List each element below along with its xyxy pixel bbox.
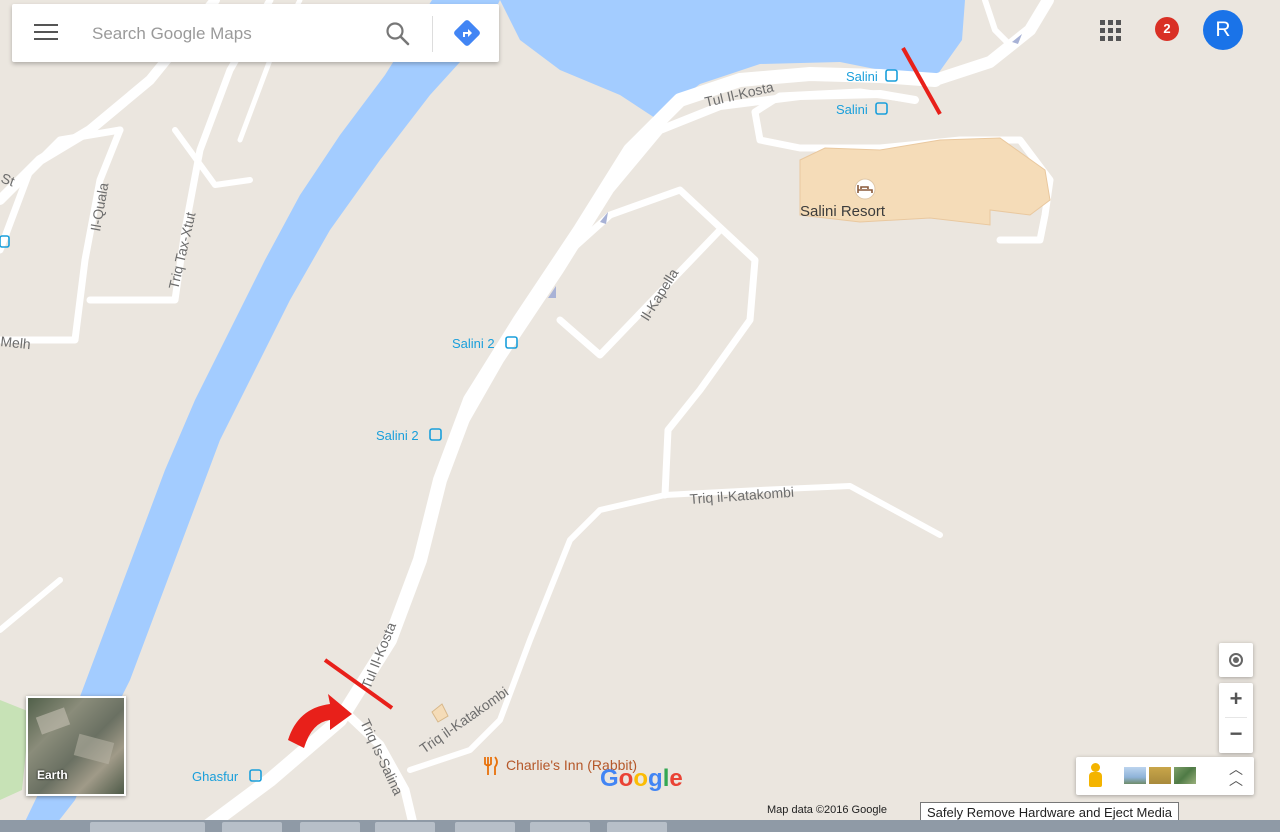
google-logo-letter: o [633, 765, 648, 792]
zoom-out-button[interactable]: − [1219, 718, 1253, 752]
taskbar-item[interactable] [607, 822, 667, 832]
street-label-melh: Melh [0, 333, 32, 352]
directions-icon[interactable] [452, 18, 482, 48]
bus-stop-label: Salini [846, 69, 878, 84]
map-canvas[interactable]: Tul Il-Kosta Tul Il-Kosta Il-Quala Triq … [0, 0, 1280, 832]
google-logo-letter: G [600, 765, 619, 792]
earth-label: Earth [37, 768, 68, 782]
windows-taskbar [0, 820, 1280, 832]
taskbar-item[interactable] [222, 822, 282, 832]
search-divider [432, 16, 433, 52]
earth-view-toggle[interactable]: Earth [26, 696, 126, 796]
place-label-salini-resort[interactable]: Salini Resort [800, 203, 886, 220]
bus-stop-label: Ghasfur [192, 769, 239, 784]
bus-stop-label: Salini 2 [452, 336, 495, 351]
layer-thumbnail-photo[interactable] [1149, 767, 1171, 784]
taskbar-item[interactable] [455, 822, 515, 832]
taskbar-item[interactable] [90, 822, 150, 832]
apps-grid-icon[interactable] [1100, 20, 1122, 42]
satellite-thumbnail-detail [73, 733, 115, 765]
google-logo: Google [600, 765, 683, 792]
zoom-in-button[interactable]: + [1219, 683, 1253, 717]
bus-stop-label: Salini [836, 102, 868, 117]
hotel-icon[interactable] [854, 178, 876, 200]
layers-bar: ︿ ︿ [1076, 757, 1254, 795]
taskbar-item[interactable] [145, 822, 205, 832]
google-logo-letter: g [648, 765, 663, 792]
notifications-badge[interactable]: 2 [1155, 17, 1179, 41]
taskbar-item[interactable] [300, 822, 360, 832]
zoom-control: + − [1219, 683, 1253, 753]
layer-thumbnail-photo[interactable] [1174, 767, 1196, 784]
pegman-icon[interactable] [1088, 763, 1102, 789]
google-logo-letter: l [663, 765, 670, 792]
expand-chevron-icon[interactable]: ︿ ︿ [1228, 762, 1244, 787]
taskbar-item[interactable] [375, 822, 435, 832]
account-avatar[interactable]: R [1203, 10, 1243, 50]
search-input[interactable] [90, 20, 374, 48]
satellite-thumbnail-detail [35, 707, 71, 735]
my-location-button[interactable] [1219, 643, 1253, 677]
map-data-attribution[interactable]: Map data ©2016 Google [767, 804, 887, 816]
menu-icon[interactable] [34, 24, 58, 42]
search-icon[interactable] [384, 20, 412, 48]
layer-thumbnail-photo[interactable] [1124, 767, 1146, 784]
taskbar-item[interactable] [530, 822, 590, 832]
bus-stop-label: Salini 2 [376, 428, 419, 443]
google-logo-letter: e [669, 765, 682, 792]
search-box [12, 4, 499, 62]
google-logo-letter: o [619, 765, 634, 792]
